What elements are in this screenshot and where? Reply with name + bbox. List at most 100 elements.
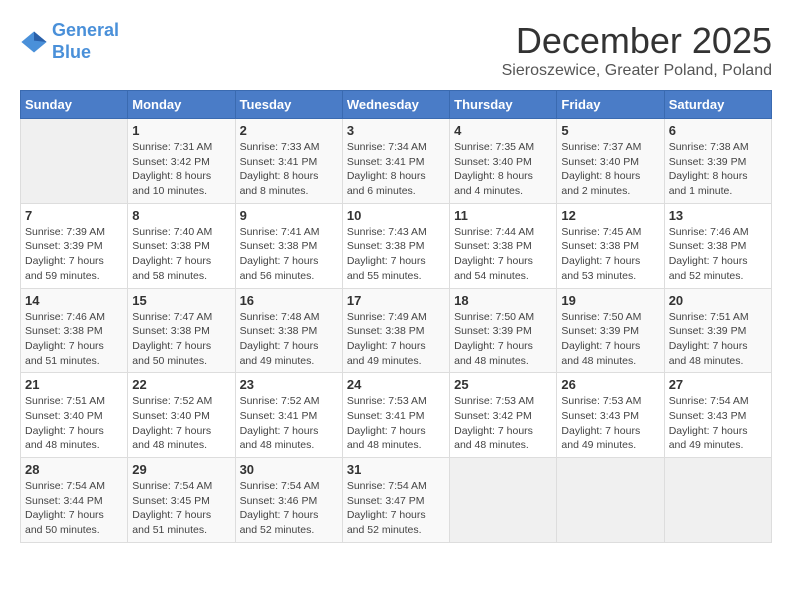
calendar-cell: 10 Sunrise: 7:43 AM Sunset: 3:38 PM Dayli…	[342, 203, 449, 288]
header-day-tuesday: Tuesday	[235, 91, 342, 119]
day-info: Sunrise: 7:50 AM Sunset: 3:39 PM Dayligh…	[561, 310, 659, 369]
day-info: Sunrise: 7:45 AM Sunset: 3:38 PM Dayligh…	[561, 225, 659, 284]
page-header: General Blue December 2025 Sieroszewice,…	[20, 20, 772, 80]
calendar-cell: 17Sunrise: 7:49 AM Sunset: 3:38 PM Dayli…	[342, 288, 449, 373]
calendar-cell: 28 Sunrise: 7:54 AM Sunset: 3:44 PM Dayli…	[21, 458, 128, 543]
day-number: 24	[347, 377, 445, 392]
calendar-cell: 16 Sunrise: 7:48 AM Sunset: 3:38 PM Dayli…	[235, 288, 342, 373]
day-number: 31	[347, 462, 445, 477]
day-number: 15	[132, 293, 230, 308]
day-number: 4	[454, 123, 552, 138]
calendar-cell: 1 Sunrise: 7:31 AM Sunset: 3:42 PM Daylig…	[128, 119, 235, 204]
day-info: Sunrise: 7:52 AM Sunset: 3:40 PM Dayligh…	[132, 394, 230, 453]
day-number: 6	[669, 123, 767, 138]
day-info: Sunrise: 7:51 AM Sunset: 3:40 PM Dayligh…	[25, 394, 123, 453]
day-number: 20	[669, 293, 767, 308]
calendar-cell: 12 Sunrise: 7:45 AM Sunset: 3:38 PM Dayli…	[557, 203, 664, 288]
day-number: 9	[240, 208, 338, 223]
day-info: Sunrise: 7:51 AM Sunset: 3:39 PM Dayligh…	[669, 310, 767, 369]
day-number: 23	[240, 377, 338, 392]
calendar-cell: 7Sunrise: 7:39 AM Sunset: 3:39 PM Daylig…	[21, 203, 128, 288]
day-number: 3	[347, 123, 445, 138]
day-number: 2	[240, 123, 338, 138]
calendar-week-row: 21 Sunrise: 7:51 AM Sunset: 3:40 PM Dayli…	[21, 373, 772, 458]
logo: General Blue	[20, 20, 119, 63]
header-day-friday: Friday	[557, 91, 664, 119]
day-number: 10	[347, 208, 445, 223]
day-number: 21	[25, 377, 123, 392]
calendar-header: SundayMondayTuesdayWednesdayThursdayFrid…	[21, 91, 772, 119]
calendar-cell: 6Sunrise: 7:38 AM Sunset: 3:39 PM Daylig…	[664, 119, 771, 204]
day-info: Sunrise: 7:39 AM Sunset: 3:39 PM Dayligh…	[25, 225, 123, 284]
day-number: 12	[561, 208, 659, 223]
day-info: Sunrise: 7:41 AM Sunset: 3:38 PM Dayligh…	[240, 225, 338, 284]
header-day-monday: Monday	[128, 91, 235, 119]
calendar-cell: 23 Sunrise: 7:52 AM Sunset: 3:41 PM Dayli…	[235, 373, 342, 458]
day-info: Sunrise: 7:54 AM Sunset: 3:46 PM Dayligh…	[240, 479, 338, 538]
calendar-cell: 25Sunrise: 7:53 AM Sunset: 3:42 PM Dayli…	[450, 373, 557, 458]
calendar-cell: 3 Sunrise: 7:34 AM Sunset: 3:41 PM Daylig…	[342, 119, 449, 204]
day-number: 19	[561, 293, 659, 308]
day-number: 1	[132, 123, 230, 138]
month-title: December 2025	[502, 20, 772, 62]
day-number: 13	[669, 208, 767, 223]
day-info: Sunrise: 7:54 AM Sunset: 3:44 PM Dayligh…	[25, 479, 123, 538]
day-info: Sunrise: 7:43 AM Sunset: 3:38 PM Dayligh…	[347, 225, 445, 284]
day-number: 16	[240, 293, 338, 308]
day-number: 25	[454, 377, 552, 392]
day-info: Sunrise: 7:40 AM Sunset: 3:38 PM Dayligh…	[132, 225, 230, 284]
day-number: 29	[132, 462, 230, 477]
day-number: 17	[347, 293, 445, 308]
calendar-cell: 2 Sunrise: 7:33 AM Sunset: 3:41 PM Daylig…	[235, 119, 342, 204]
calendar-cell: 20 Sunrise: 7:51 AM Sunset: 3:39 PM Dayli…	[664, 288, 771, 373]
day-info: Sunrise: 7:31 AM Sunset: 3:42 PM Dayligh…	[132, 140, 230, 199]
calendar-cell: 18 Sunrise: 7:50 AM Sunset: 3:39 PM Dayli…	[450, 288, 557, 373]
day-info: Sunrise: 7:54 AM Sunset: 3:43 PM Dayligh…	[669, 394, 767, 453]
header-day-sunday: Sunday	[21, 91, 128, 119]
day-info: Sunrise: 7:33 AM Sunset: 3:41 PM Dayligh…	[240, 140, 338, 199]
calendar-week-row: 1 Sunrise: 7:31 AM Sunset: 3:42 PM Daylig…	[21, 119, 772, 204]
calendar-cell: 19 Sunrise: 7:50 AM Sunset: 3:39 PM Dayli…	[557, 288, 664, 373]
calendar-cell: 21 Sunrise: 7:51 AM Sunset: 3:40 PM Dayli…	[21, 373, 128, 458]
calendar-cell: 24 Sunrise: 7:53 AM Sunset: 3:41 PM Dayli…	[342, 373, 449, 458]
day-info: Sunrise: 7:54 AM Sunset: 3:47 PM Dayligh…	[347, 479, 445, 538]
header-day-wednesday: Wednesday	[342, 91, 449, 119]
calendar-cell	[557, 458, 664, 543]
calendar-cell: 29 Sunrise: 7:54 AM Sunset: 3:45 PM Dayli…	[128, 458, 235, 543]
calendar-cell: 13 Sunrise: 7:46 AM Sunset: 3:38 PM Dayli…	[664, 203, 771, 288]
day-info: Sunrise: 7:54 AM Sunset: 3:45 PM Dayligh…	[132, 479, 230, 538]
day-number: 11	[454, 208, 552, 223]
calendar-cell: 5Sunrise: 7:37 AM Sunset: 3:40 PM Daylig…	[557, 119, 664, 204]
day-info: Sunrise: 7:52 AM Sunset: 3:41 PM Dayligh…	[240, 394, 338, 453]
calendar-cell: 11 Sunrise: 7:44 AM Sunset: 3:38 PM Dayli…	[450, 203, 557, 288]
logo-icon	[20, 28, 48, 56]
logo-text: General Blue	[52, 20, 119, 63]
day-info: Sunrise: 7:34 AM Sunset: 3:41 PM Dayligh…	[347, 140, 445, 199]
calendar-cell	[21, 119, 128, 204]
calendar-week-row: 7Sunrise: 7:39 AM Sunset: 3:39 PM Daylig…	[21, 203, 772, 288]
header-day-saturday: Saturday	[664, 91, 771, 119]
day-info: Sunrise: 7:50 AM Sunset: 3:39 PM Dayligh…	[454, 310, 552, 369]
day-info: Sunrise: 7:46 AM Sunset: 3:38 PM Dayligh…	[669, 225, 767, 284]
title-block: December 2025 Sieroszewice, Greater Pola…	[502, 20, 772, 80]
location-subtitle: Sieroszewice, Greater Poland, Poland	[502, 62, 772, 80]
calendar-table: SundayMondayTuesdayWednesdayThursdayFrid…	[20, 90, 772, 543]
calendar-cell: 9 Sunrise: 7:41 AM Sunset: 3:38 PM Daylig…	[235, 203, 342, 288]
day-info: Sunrise: 7:46 AM Sunset: 3:38 PM Dayligh…	[25, 310, 123, 369]
day-info: Sunrise: 7:44 AM Sunset: 3:38 PM Dayligh…	[454, 225, 552, 284]
calendar-cell: 4 Sunrise: 7:35 AM Sunset: 3:40 PM Daylig…	[450, 119, 557, 204]
day-info: Sunrise: 7:35 AM Sunset: 3:40 PM Dayligh…	[454, 140, 552, 199]
calendar-cell: 30 Sunrise: 7:54 AM Sunset: 3:46 PM Dayli…	[235, 458, 342, 543]
calendar-cell: 8 Sunrise: 7:40 AM Sunset: 3:38 PM Daylig…	[128, 203, 235, 288]
day-number: 28	[25, 462, 123, 477]
calendar-cell	[664, 458, 771, 543]
calendar-cell: 22 Sunrise: 7:52 AM Sunset: 3:40 PM Dayli…	[128, 373, 235, 458]
day-number: 5	[561, 123, 659, 138]
day-info: Sunrise: 7:53 AM Sunset: 3:41 PM Dayligh…	[347, 394, 445, 453]
day-number: 18	[454, 293, 552, 308]
day-number: 8	[132, 208, 230, 223]
day-info: Sunrise: 7:48 AM Sunset: 3:38 PM Dayligh…	[240, 310, 338, 369]
day-number: 22	[132, 377, 230, 392]
day-number: 30	[240, 462, 338, 477]
calendar-cell: 15Sunrise: 7:47 AM Sunset: 3:38 PM Dayli…	[128, 288, 235, 373]
